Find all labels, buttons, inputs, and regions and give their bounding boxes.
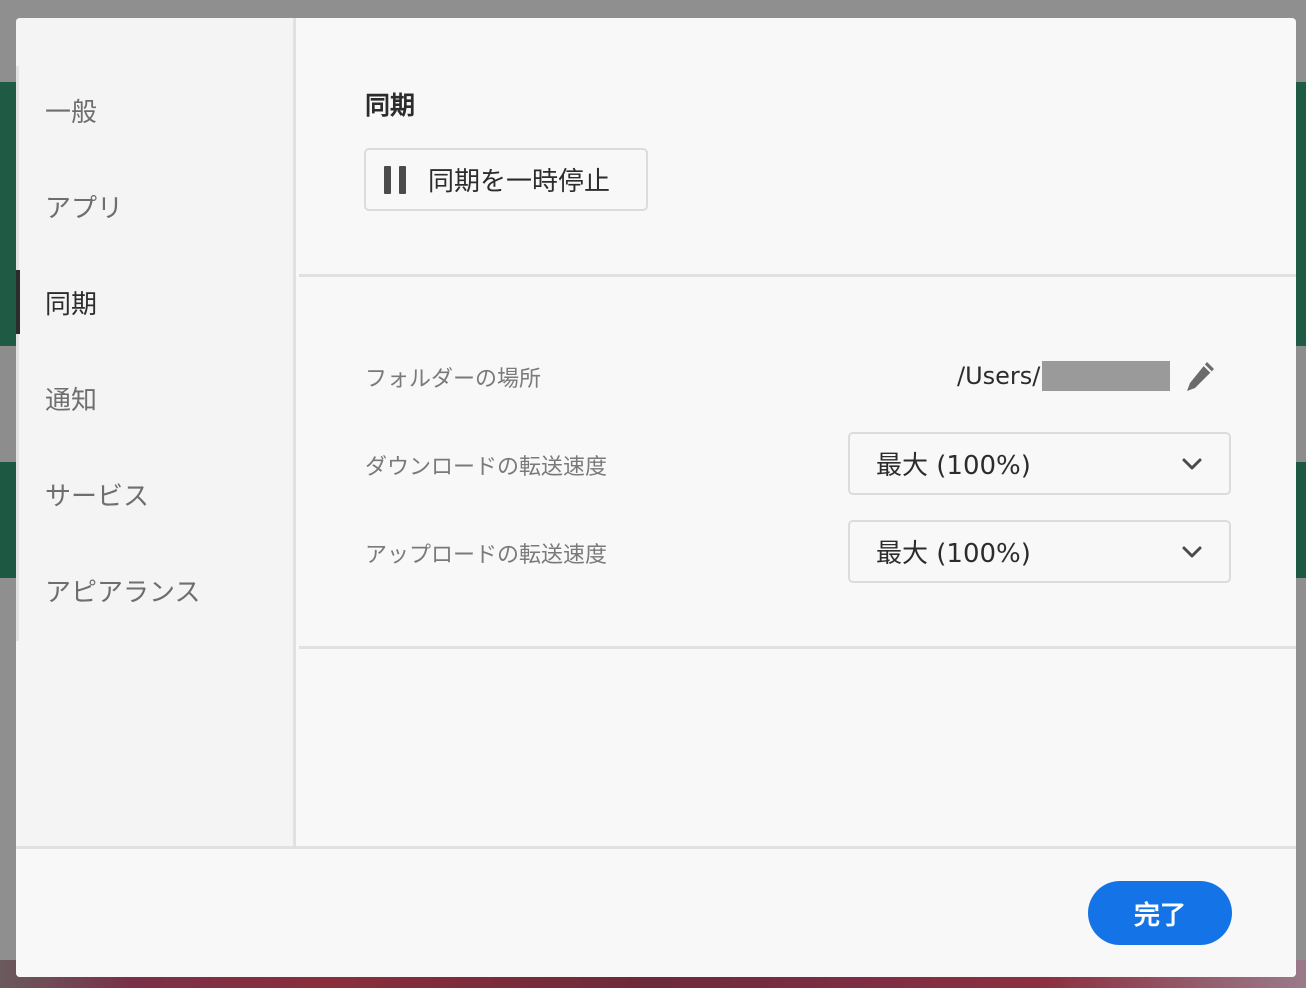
preferences-dialog: 一般 アプリ 同期 通知 サービス アピアランス 同期 同期を一時停止 フォルダ… <box>16 18 1296 977</box>
section-divider <box>299 646 1296 649</box>
download-speed-dropdown[interactable]: 最大 (100%) <box>848 432 1231 495</box>
section-title: 同期 <box>365 91 416 120</box>
sidebar-item-label: 一般 <box>45 97 98 128</box>
pause-sync-label: 同期を一時停止 <box>428 167 611 197</box>
pause-icon <box>384 165 406 194</box>
chevron-down-icon <box>1182 458 1202 469</box>
sidebar-item-label: アプリ <box>45 193 124 224</box>
folder-path-text: /Users/ <box>957 362 1041 390</box>
upload-speed-dropdown[interactable]: 最大 (100%) <box>848 520 1231 583</box>
sidebar-item-label: 通知 <box>45 385 98 416</box>
sidebar-indicator-track <box>16 66 19 641</box>
sidebar-item-sync[interactable]: 同期 <box>16 270 293 334</box>
chevron-down-icon <box>1182 546 1202 557</box>
pencil-icon[interactable] <box>1183 359 1217 395</box>
upload-speed-label: アップロードの転送速度 <box>365 543 608 568</box>
sidebar-item-services[interactable]: サービス <box>16 462 293 526</box>
download-speed-label: ダウンロードの転送速度 <box>365 455 608 480</box>
sidebar-item-notifications[interactable]: 通知 <box>16 366 293 430</box>
redacted-username <box>1042 361 1171 391</box>
folder-location-label: フォルダーの場所 <box>365 367 542 392</box>
sidebar-item-label: 同期 <box>45 289 98 320</box>
sidebar-item-appearance[interactable]: アピアランス <box>16 558 293 622</box>
sync-settings-panel: 同期 同期を一時停止 フォルダーの場所 /Users/ ダウンロードの転送速度 … <box>299 18 1296 846</box>
sidebar-item-label: サービス <box>45 481 150 512</box>
preferences-sidebar: 一般 アプリ 同期 通知 サービス アピアランス <box>16 18 296 846</box>
folder-location-value: /Users/ <box>957 361 1171 391</box>
done-button[interactable]: 完了 <box>1088 881 1232 945</box>
section-divider <box>299 274 1296 277</box>
upload-speed-value: 最大 (100%) <box>876 539 1031 569</box>
sidebar-item-apps[interactable]: アプリ <box>16 174 293 238</box>
sidebar-item-label: アピアランス <box>45 577 201 608</box>
pause-sync-button[interactable]: 同期を一時停止 <box>364 148 648 211</box>
sidebar-item-general[interactable]: 一般 <box>16 78 293 142</box>
download-speed-value: 最大 (100%) <box>876 451 1031 481</box>
